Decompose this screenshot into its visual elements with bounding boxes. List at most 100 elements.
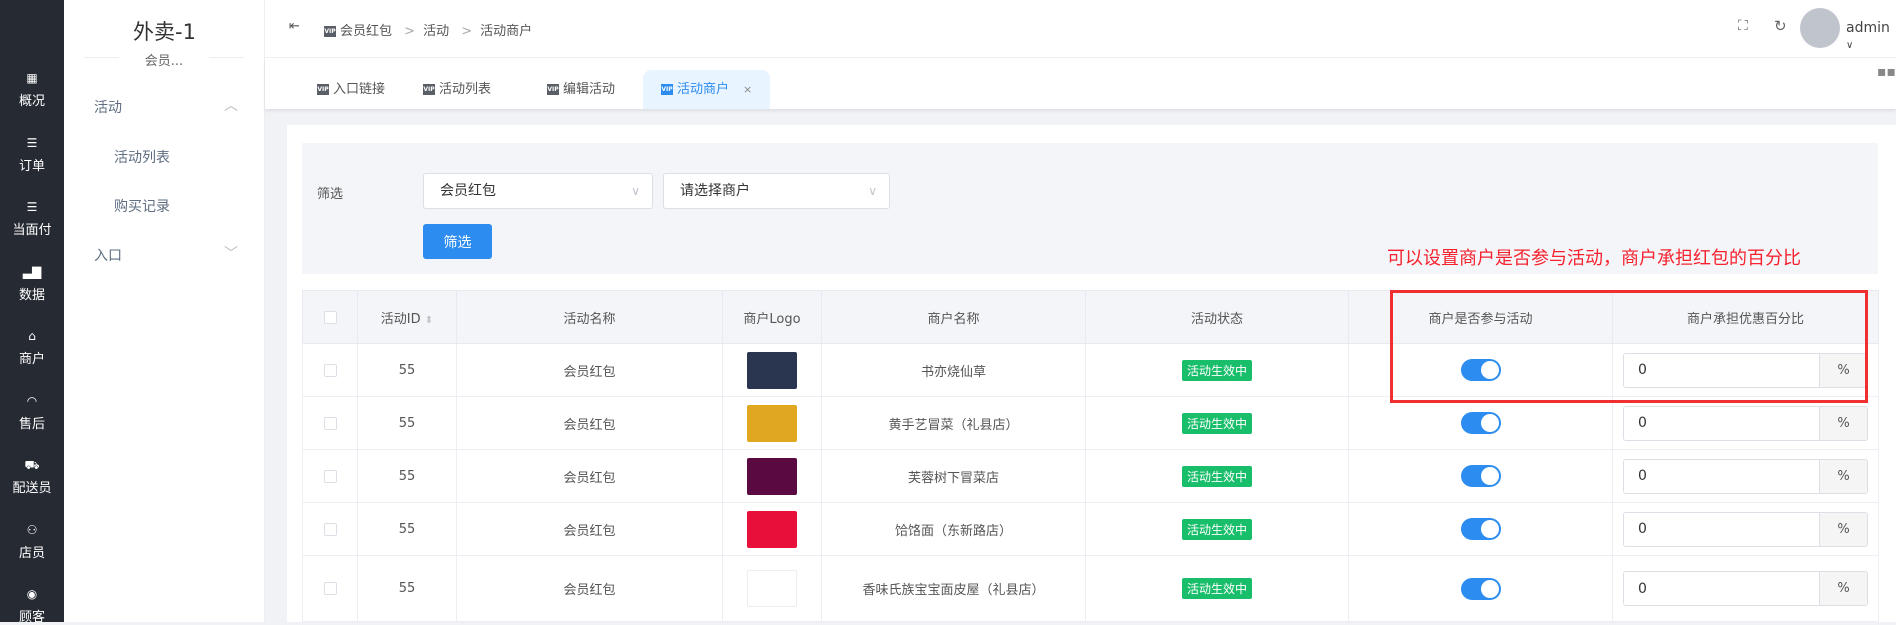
close-icon[interactable]: × <box>743 83 752 96</box>
tab-entry-link[interactable]: VIP 入口链接 <box>317 70 385 109</box>
col-logo: 商户Logo <box>722 290 822 344</box>
users-icon: ⚇ <box>26 523 38 537</box>
col-status: 活动状态 <box>1085 290 1349 344</box>
filter-button[interactable]: 筛选 <box>423 224 492 259</box>
status-cell: 活动生效中 <box>1085 502 1349 556</box>
activity-id: 55 <box>357 502 457 556</box>
vip-icon: VIP <box>547 84 559 95</box>
participate-toggle[interactable] <box>1460 518 1501 540</box>
menu-item-activity-list[interactable]: 活动列表 <box>114 147 170 167</box>
percent-input-group: % <box>1623 458 1868 494</box>
vip-icon: VIP <box>317 84 329 95</box>
activity-name: 会员红包 <box>456 502 723 556</box>
menu-group-entry[interactable]: 入口 <box>94 245 122 265</box>
nav-item-aftersale[interactable]: ◠ 售后 <box>0 393 64 432</box>
percent-input-group: % <box>1623 571 1868 606</box>
merchant-name: 书亦烧仙草 <box>821 343 1086 397</box>
table-row: 55 会员红包 香味氏族宝宝面皮屋（礼县店） 活动生效中 % <box>302 555 1879 622</box>
status-badge: 活动生效中 <box>1181 578 1252 599</box>
tab-activity-merchants[interactable]: VIP 活动商户 × <box>643 70 771 109</box>
sort-icon[interactable]: ⬍ <box>425 315 433 326</box>
filter-label: 筛选 <box>317 187 344 202</box>
percent-input-group: % <box>1623 405 1868 441</box>
store-icon: ⌂ <box>28 329 36 343</box>
nav-item-facepay[interactable]: ☰ 当面付 <box>0 199 64 238</box>
activity-id: 55 <box>357 396 457 450</box>
nav-item-staff[interactable]: ⚇ 店员 <box>0 522 64 561</box>
percent-input[interactable] <box>1624 512 1819 546</box>
activity-id: 55 <box>357 449 457 503</box>
col-activity-name: 活动名称 <box>456 290 723 344</box>
user-menu[interactable]: admin ∨ <box>1846 20 1896 52</box>
select-all-checkbox[interactable] <box>302 290 358 344</box>
participate-toggle[interactable] <box>1460 577 1501 600</box>
list-icon: ☰ <box>26 200 38 214</box>
percent-unit: % <box>1819 406 1867 440</box>
delivery-icon: ⛟ <box>24 458 40 472</box>
activity-id: 55 <box>357 343 457 397</box>
percent-input[interactable] <box>1624 406 1819 440</box>
merchant-name: 黄手艺冒菜（礼县店） <box>821 396 1086 450</box>
activity-name: 会员红包 <box>456 343 723 397</box>
collapse-menu-icon[interactable]: ⇤ <box>289 19 300 34</box>
list-icon: ☰ <box>26 136 38 150</box>
participate-toggle[interactable] <box>1460 465 1501 487</box>
vip-icon: VIP <box>661 84 673 95</box>
merchant-logo <box>747 510 797 548</box>
status-cell: 活动生效中 <box>1085 343 1349 397</box>
percent-input[interactable] <box>1624 572 1819 605</box>
participate-cell <box>1348 396 1613 450</box>
user-circle-icon: ◉ <box>26 587 38 601</box>
tab-activity-list[interactable]: VIP 活动列表 <box>423 70 491 109</box>
avatar[interactable] <box>1800 8 1840 48</box>
sub-sidebar: 外卖-1 会员... 活动 ︿ 活动列表 购买记录 入口 ﹀ <box>64 0 265 622</box>
percent-cell: % <box>1612 502 1879 556</box>
menu-item-purchase-records[interactable]: 购买记录 <box>114 196 170 216</box>
bar-chart-icon: ▃▇ <box>22 265 42 279</box>
percent-unit: % <box>1819 512 1867 546</box>
nav-item-merchant[interactable]: ⌂ 商户 <box>0 328 64 367</box>
breadcrumb-item[interactable]: 活动 <box>423 24 449 39</box>
row-checkbox[interactable] <box>302 449 358 503</box>
grid-menu-icon[interactable]: ▪▪ <box>1877 64 1896 80</box>
breadcrumb-item[interactable]: 会员红包 <box>340 24 392 39</box>
percent-input[interactable] <box>1624 459 1819 493</box>
tab-edit-activity[interactable]: VIP 编辑活动 <box>547 70 615 109</box>
col-activity-id[interactable]: 活动ID ⬍ <box>357 290 457 344</box>
merchant-select[interactable]: 请选择商户 ∨ <box>663 173 890 209</box>
nav-item-delivery[interactable]: ⛟ 配送员 <box>0 457 64 496</box>
nav-item-orders[interactable]: ☰ 订单 <box>0 135 64 174</box>
participate-toggle[interactable] <box>1460 412 1501 434</box>
menu-group-activity[interactable]: 活动 <box>94 97 122 117</box>
nav-item-overview[interactable]: ▦ 概况 <box>0 70 64 109</box>
headset-icon: ◠ <box>26 394 38 408</box>
merchant-name: 香味氏族宝宝面皮屋（礼县店） <box>821 555 1086 622</box>
breadcrumb-separator: > <box>404 24 416 39</box>
app-subtitle: 会员... <box>84 54 244 77</box>
status-cell: 活动生效中 <box>1085 555 1349 622</box>
row-checkbox[interactable] <box>302 502 358 556</box>
percent-cell: % <box>1612 449 1879 503</box>
merchant-logo-cell <box>722 555 822 622</box>
row-checkbox[interactable] <box>302 396 358 450</box>
status-badge: 活动生效中 <box>1181 359 1252 381</box>
nav-item-customer[interactable]: ◉ 顾客 <box>0 586 64 625</box>
fullscreen-icon[interactable]: ⛶ <box>1738 18 1748 34</box>
activity-select[interactable]: 会员红包 ∨ <box>423 173 653 209</box>
nav-item-data[interactable]: ▃▇ 数据 <box>0 264 64 303</box>
annotation-highlight-box <box>1390 290 1868 403</box>
table-row: 55 会员红包 饸饹面（东新路店） 活动生效中 % <box>302 502 1879 556</box>
merchant-logo-cell <box>722 502 822 556</box>
merchant-logo-cell <box>722 396 822 450</box>
row-checkbox[interactable] <box>302 555 358 622</box>
top-header: ⇤ VIP 会员红包 > 活动 > 活动商户 ⛶ ↻ admin ∨ <box>265 0 1896 58</box>
merchant-logo-cell <box>722 449 822 503</box>
status-badge: 活动生效中 <box>1181 412 1252 434</box>
chevron-down-icon: ﹀ <box>224 246 238 262</box>
refresh-icon[interactable]: ↻ <box>1774 17 1787 35</box>
status-cell: 活动生效中 <box>1085 449 1349 503</box>
merchant-logo <box>747 404 797 442</box>
activity-name: 会员红包 <box>456 555 723 622</box>
breadcrumb: VIP 会员红包 > 活动 > 活动商户 <box>324 20 532 39</box>
row-checkbox[interactable] <box>302 343 358 397</box>
